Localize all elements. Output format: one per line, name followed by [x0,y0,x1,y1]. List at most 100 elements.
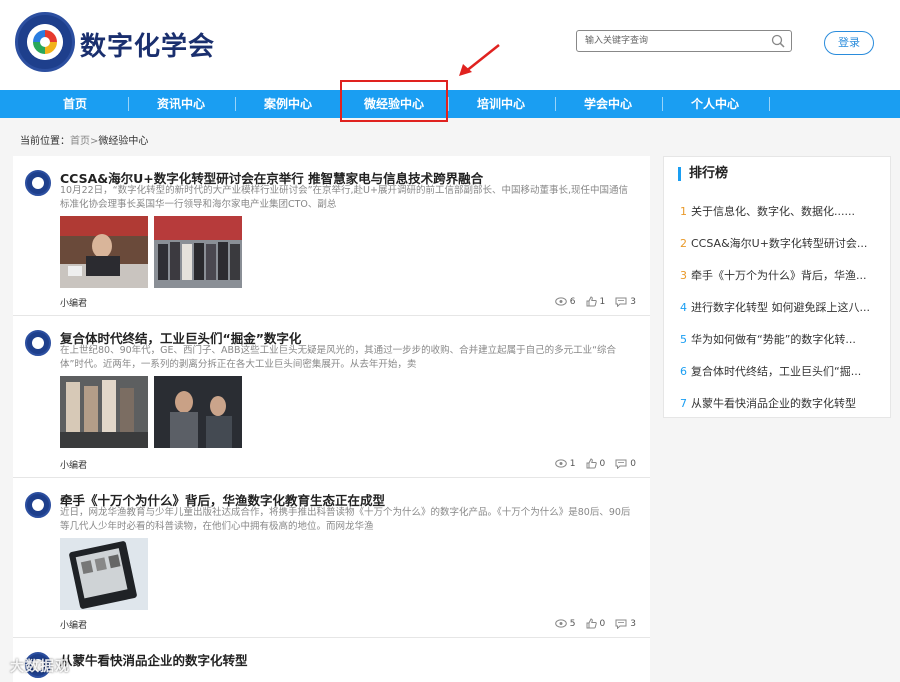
rank-text: 从蒙牛看快消品企业的数字化转型 [691,397,856,410]
likes-stat[interactable]: 1 [586,296,606,307]
nav-divider [769,97,770,111]
main-nav: 首页 资讯中心 案例中心 微经验中心 培训中心 学会中心 个人中心 [0,90,900,118]
ranking-item[interactable]: 2 CCSA&海尔U+数字化转型研讨会... [680,235,880,251]
nav-item-training[interactable]: 培训中心 [456,90,546,118]
site-title[interactable]: 数字化学会 [80,26,215,63]
rank-number: 4 [680,301,687,314]
rank-number: 1 [680,205,687,218]
rank-text: 华为如何做有“势能”的数字化转... [691,333,856,346]
thumbs-up-icon[interactable] [586,458,597,469]
rank-number: 5 [680,333,687,346]
article-summary: 近日，网龙华渔教育与少年儿童出版社达成合作，将携手推出科普读物《十万个为什么》的… [60,507,631,532]
logo-icon [27,24,63,60]
comments-count: 0 [630,458,636,469]
rank-text: 关于信息化、数字化、数据化...... [691,205,855,218]
search-input[interactable] [585,34,765,48]
nav-divider [235,97,236,111]
likes-count: 1 [599,296,606,307]
article-author: 小编君 [60,621,88,631]
rank-number: 3 [680,269,687,282]
list-item[interactable]: 从蒙牛看快消品企业的数字化转型 [13,638,650,682]
nav-item-society[interactable]: 学会中心 [563,90,653,118]
breadcrumb: 当前位置：首页>微经验中心 [20,132,148,147]
rank-text: 复合体时代终结，工业巨头们“掘... [691,365,862,378]
nav-divider [448,97,449,111]
nav-item-personal[interactable]: 个人中心 [670,90,760,118]
ranking-item[interactable]: 3 牵手《十万个为什么》背后，华渔... [680,267,880,283]
thumbs-up-icon[interactable] [586,618,597,629]
likes-stat[interactable]: 0 [586,458,606,469]
comments-count: 3 [630,618,636,629]
likes-count: 0 [599,458,606,469]
nav-divider [555,97,556,111]
annotation-arrow-icon [459,44,500,76]
article-thumbnail[interactable] [60,538,148,610]
article-author: 小编君 [60,461,88,471]
rank-text: CCSA&海尔U+数字化转型研讨会... [691,237,868,250]
comments-count: 3 [630,296,636,307]
rank-number: 6 [680,365,687,378]
views-count: 1 [569,458,576,469]
article-title[interactable]: 从蒙牛看快消品企业的数字化转型 [60,650,248,669]
logo-emblem[interactable] [15,12,75,72]
views-stat: 6 [554,296,576,307]
ranking-item[interactable]: 1 关于信息化、数字化、数据化...... [680,203,880,219]
likes-stat[interactable]: 0 [586,618,606,629]
nav-item-news[interactable]: 资讯中心 [136,90,226,118]
article-stats: 1 0 0 [554,458,636,469]
breadcrumb-home-link[interactable]: 首页 [70,136,90,147]
article-thumbnail[interactable] [60,216,148,288]
article-thumbnail[interactable] [154,376,242,448]
login-button[interactable]: 登录 [824,31,874,55]
ranking-title: 排行榜 [678,167,728,181]
rank-text: 牵手《十万个为什么》背后，华渔... [691,269,867,282]
list-item[interactable]: CCSA&海尔U+数字化转型研讨会在京举行 推智慧家电与信息技术跨界融合 10月… [13,156,650,316]
article-list: CCSA&海尔U+数字化转型研讨会在京举行 推智慧家电与信息技术跨界融合 10月… [13,156,650,682]
nav-item-cases[interactable]: 案例中心 [243,90,333,118]
author-avatar [25,492,51,518]
views-stat: 1 [554,458,576,469]
search-box [576,30,792,52]
views-stat: 5 [554,618,576,629]
search-icon[interactable] [770,33,786,49]
thumbs-up-icon[interactable] [586,296,597,307]
rank-number: 7 [680,397,687,410]
article-thumbnail[interactable] [60,376,148,448]
article-thumbnail[interactable] [154,216,242,288]
nav-item-home[interactable]: 首页 [30,90,120,118]
comment-icon[interactable] [615,297,627,307]
eye-icon [554,619,567,628]
article-stats: 5 0 3 [554,618,636,629]
comment-icon[interactable] [615,619,627,629]
article-summary: 在上世纪80、90年代，GE、西门子、ABB这些工业巨头无疑是风光的，其通过一步… [60,345,616,370]
ranking-panel: 排行榜 1 关于信息化、数字化、数据化...... 2 CCSA&海尔U+数字化转型… [663,156,891,418]
comments-stat[interactable]: 0 [615,459,636,469]
eye-icon [554,459,567,468]
list-item[interactable]: 复合体时代终结，工业巨头们“掘金”数字化 在上世纪80、90年代，GE、西门子、… [13,316,650,478]
watermark: 大数据观 [10,659,70,675]
ranking-item[interactable]: 4 进行数字化转型 如何避免踩上这八... [680,299,880,315]
rank-number: 2 [680,237,687,250]
author-avatar [25,330,51,356]
article-summary: 10月22日，“数字化转型的新时代的大产业模样行业研讨会”在京举行,赴U+展开调… [60,185,628,210]
likes-count: 0 [599,618,606,629]
views-count: 6 [569,296,576,307]
ranking-item[interactable]: 5 华为如何做有“势能”的数字化转... [680,331,880,347]
article-author: 小编君 [60,299,88,309]
author-avatar [25,170,51,196]
nav-divider [128,97,129,111]
eye-icon [554,297,567,306]
rank-text: 进行数字化转型 如何避免踩上这八... [691,301,870,314]
nav-divider [662,97,663,111]
ranking-item[interactable]: 7 从蒙牛看快消品企业的数字化转型 [680,395,880,411]
site-header: 数字化学会 登录 [0,0,900,90]
ranking-item[interactable]: 6 复合体时代终结，工业巨头们“掘... [680,363,880,379]
article-stats: 6 1 3 [554,296,636,307]
comments-stat[interactable]: 3 [615,297,636,307]
comments-stat[interactable]: 3 [615,619,636,629]
highlight-box [340,80,448,122]
list-item[interactable]: 牵手《十万个为什么》背后，华渔数字化教育生态正在成型 近日，网龙华渔教育与少年儿… [13,478,650,638]
breadcrumb-prefix: 当前位置： [20,136,70,147]
comment-icon[interactable] [615,459,627,469]
views-count: 5 [569,618,576,629]
